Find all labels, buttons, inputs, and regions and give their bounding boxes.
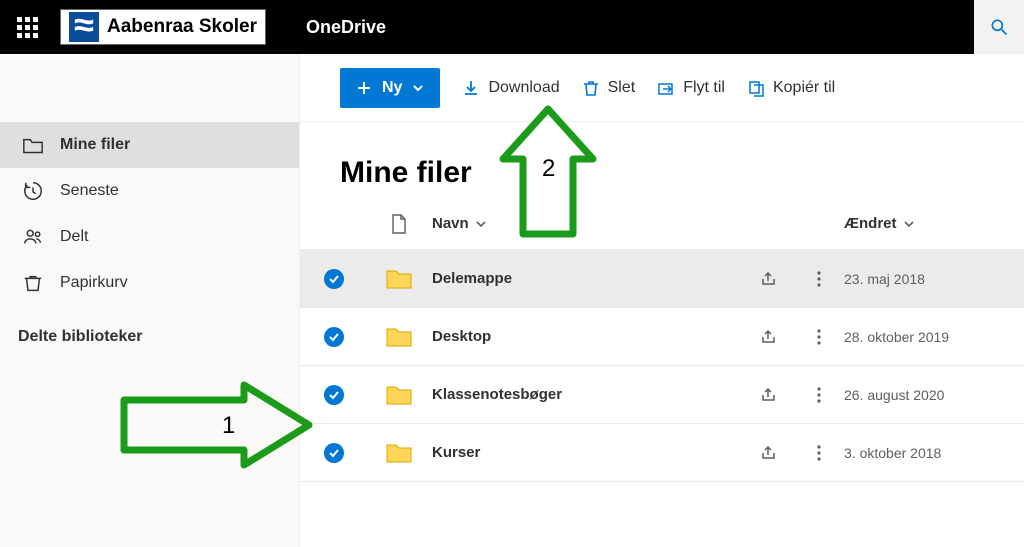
folder-icon: [370, 326, 428, 348]
waffle-icon: [17, 17, 38, 38]
row-checkbox[interactable]: [324, 327, 344, 347]
share-button[interactable]: [744, 270, 794, 288]
file-name[interactable]: Kurser: [428, 444, 744, 461]
folder-icon: [370, 442, 428, 464]
table-row[interactable]: Klassenotesbøger 26. august 2020: [300, 366, 1024, 424]
app-name: OneDrive: [306, 17, 386, 38]
sidebar-item-my-files[interactable]: Mine filer: [0, 122, 299, 168]
new-button[interactable]: Ny: [340, 68, 440, 108]
sidebar-item-label: Mine filer: [60, 136, 130, 154]
modified-date: 28. oktober 2019: [844, 329, 1024, 345]
chevron-down-icon: [475, 218, 487, 230]
download-button[interactable]: Download: [462, 79, 559, 97]
table-header: Navn Ændret: [300, 198, 1024, 250]
modified-date: 3. oktober 2018: [844, 445, 1024, 461]
file-name[interactable]: Klassenotesbøger: [428, 386, 744, 403]
folder-icon: [370, 384, 428, 406]
plus-icon: [356, 80, 372, 96]
page-title: Mine filer: [300, 122, 1024, 198]
app-header: Aabenraa Skoler OneDrive: [0, 0, 1024, 54]
file-name[interactable]: Desktop: [428, 328, 744, 345]
sidebar: Mine filer Seneste Delt Papirkurv Delte …: [0, 54, 300, 547]
table-row[interactable]: Kurser 3. oktober 2018: [300, 424, 1024, 482]
move-to-button[interactable]: Flyt til: [657, 79, 725, 97]
sidebar-item-shared[interactable]: Delt: [0, 214, 299, 260]
more-button[interactable]: [794, 445, 844, 461]
more-button[interactable]: [794, 271, 844, 287]
search-icon: [989, 17, 1009, 37]
copy-to-button[interactable]: Kopiér til: [747, 79, 835, 97]
history-icon: [22, 180, 44, 202]
people-icon: [22, 226, 44, 248]
more-button[interactable]: [794, 329, 844, 345]
folder-outline-icon: [22, 134, 44, 156]
table-row[interactable]: Desktop 28. oktober 2019: [300, 308, 1024, 366]
column-header-name[interactable]: Navn: [428, 215, 744, 232]
file-type-column-icon[interactable]: [370, 214, 428, 234]
folder-icon: [370, 268, 428, 290]
share-button[interactable]: [744, 386, 794, 404]
table-row[interactable]: Delemappe 23. maj 2018: [300, 250, 1024, 308]
download-label: Download: [488, 79, 559, 97]
share-button[interactable]: [744, 444, 794, 462]
sidebar-item-label: Papirkurv: [60, 274, 128, 292]
trash-icon: [22, 272, 44, 294]
tenant-badge[interactable]: Aabenraa Skoler: [60, 9, 266, 45]
sidebar-item-label: Delt: [60, 228, 88, 246]
search-button[interactable]: [974, 0, 1024, 54]
row-checkbox[interactable]: [324, 385, 344, 405]
sidebar-item-label: Seneste: [60, 182, 119, 200]
file-table: Navn Ændret Delemappe 23. maj 2018: [300, 198, 1024, 482]
share-button[interactable]: [744, 328, 794, 346]
move-to-label: Flyt til: [683, 79, 725, 97]
chevron-down-icon: [412, 82, 424, 94]
delete-label: Slet: [608, 79, 636, 97]
more-button[interactable]: [794, 387, 844, 403]
file-name[interactable]: Delemappe: [428, 270, 744, 287]
sidebar-section-shared-libraries: Delte biblioteker: [0, 306, 299, 346]
row-checkbox[interactable]: [324, 269, 344, 289]
download-icon: [462, 79, 480, 97]
tenant-logo-icon: [69, 12, 99, 42]
modified-date: 23. maj 2018: [844, 271, 1024, 287]
modified-date: 26. august 2020: [844, 387, 1024, 403]
column-header-modified[interactable]: Ændret: [844, 215, 1024, 232]
sidebar-item-recent[interactable]: Seneste: [0, 168, 299, 214]
command-bar: Ny Download Slet Flyt til: [300, 54, 1024, 122]
chevron-down-icon: [903, 218, 915, 230]
main-content: Ny Download Slet Flyt til: [300, 54, 1024, 547]
delete-button[interactable]: Slet: [582, 79, 636, 97]
sidebar-item-recycle[interactable]: Papirkurv: [0, 260, 299, 306]
row-checkbox[interactable]: [324, 443, 344, 463]
tenant-name: Aabenraa Skoler: [107, 16, 257, 38]
new-button-label: Ny: [382, 79, 402, 97]
copy-to-label: Kopiér til: [773, 79, 835, 97]
delete-icon: [582, 79, 600, 97]
move-to-icon: [657, 79, 675, 97]
app-launcher-button[interactable]: [0, 0, 54, 54]
copy-to-icon: [747, 79, 765, 97]
